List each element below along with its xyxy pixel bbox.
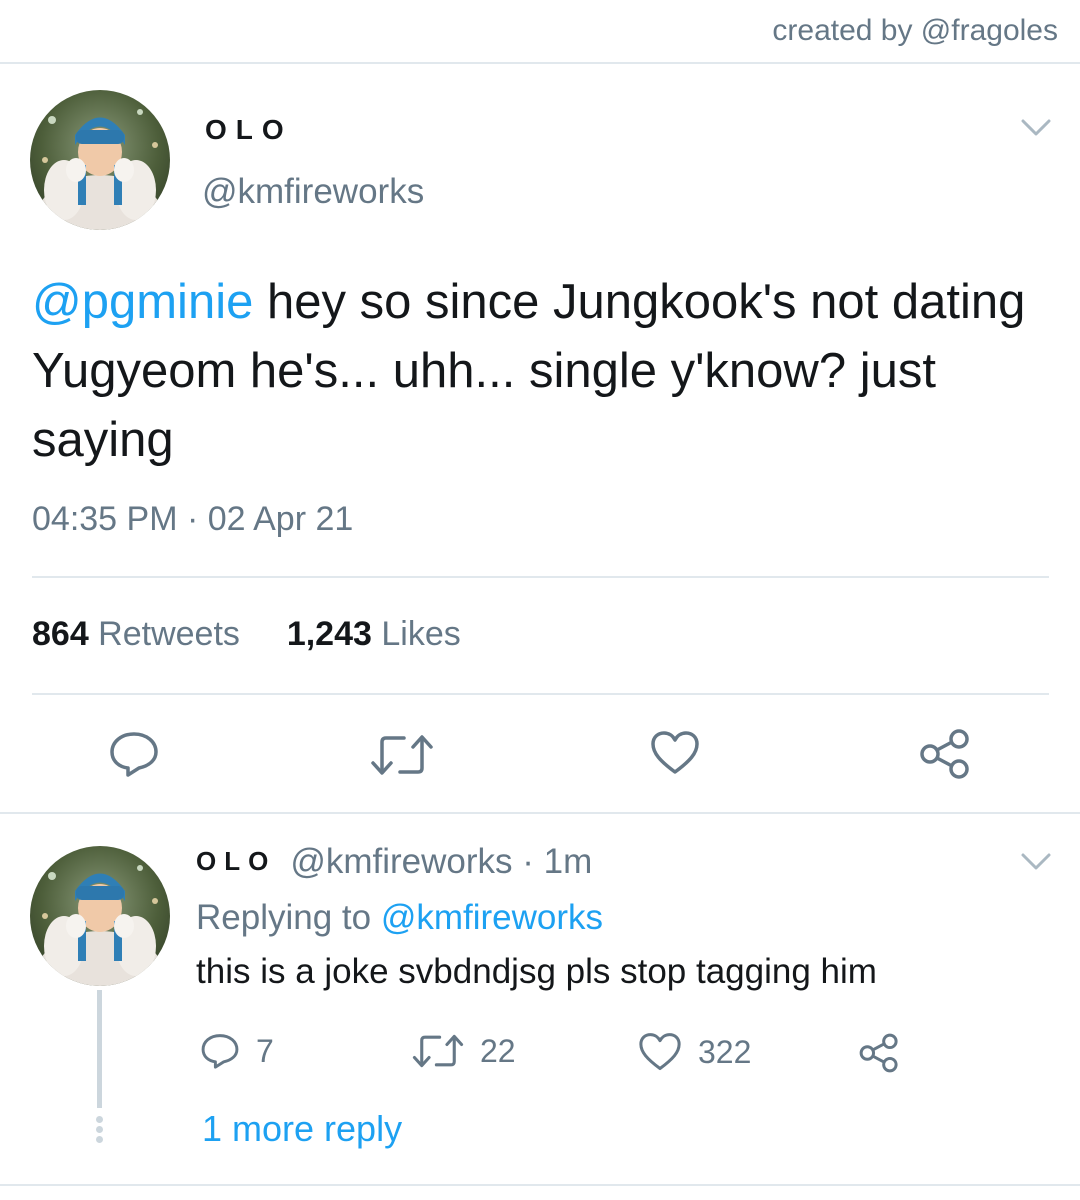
more-replies-link[interactable]: 1 more reply [202,1108,402,1150]
reply-action-share[interactable] [858,1032,916,1074]
like-small-icon [639,1033,681,1071]
reply-small-icon [201,1034,239,1069]
display-name[interactable]: OLO [205,114,293,146]
like-count: 322 [698,1033,752,1070]
bottom-divider [0,1184,1080,1186]
reply-action-like[interactable]: 322 [638,1032,751,1072]
top-divider [0,62,1080,64]
share-icon[interactable] [918,728,972,780]
reply-handle[interactable]: @kmfireworks [290,842,512,881]
share-small-icon [859,1033,898,1073]
reply-action-reply[interactable]: 7 [200,1032,274,1070]
mention-link[interactable]: @pgminie [32,275,253,329]
likes-count: 1,243 [286,615,372,653]
replying-to: Replying to @kmfireworks [196,898,603,938]
reply-text: this is a joke svbdndjsg pls stop taggin… [196,952,877,991]
credit-label: created by @fragoles [772,14,1058,47]
reply-display-name[interactable]: OLO [196,846,276,876]
tweet-timestamp[interactable]: 04:35 PM · 02 Apr 21 [32,500,353,539]
reply-time[interactable]: · 1m [513,842,592,881]
likes-stat[interactable]: 1,243 Likes [287,615,461,653]
tweet-text: @pgminie hey so since Jungkook's not dat… [32,268,1042,475]
retweets-label: Retweets [88,615,240,653]
stats-divider-top [32,576,1049,578]
thread-line [97,990,102,1108]
reply-chevron-down-icon[interactable] [1020,852,1052,872]
reply-count: 7 [256,1032,274,1069]
retweet-icon[interactable] [370,732,434,778]
reply-avatar[interactable] [30,846,170,986]
reply-action-retweet[interactable]: 22 [412,1032,516,1070]
retweets-count: 864 [32,615,89,653]
retweet-small-icon [412,1034,464,1068]
chevron-down-icon[interactable] [1020,118,1052,138]
reply-icon[interactable] [108,730,160,778]
stats-divider-bottom [32,693,1049,695]
thread-dots [95,1114,104,1146]
replying-to-link[interactable]: @kmfireworks [381,898,603,937]
username-handle[interactable]: @kmfireworks [202,172,424,212]
replying-prefix: Replying to [196,898,381,937]
retweets-stat[interactable]: 864 Retweets [32,615,240,653]
like-icon[interactable] [650,730,700,776]
avatar[interactable] [30,90,170,230]
retweet-count: 22 [480,1032,516,1069]
likes-label: Likes [371,615,461,653]
tweet-divider [0,812,1080,814]
tweet-stats: 864 Retweets 1,243 Likes [32,615,461,654]
reply-header: OLO @kmfireworks · 1m [196,842,592,882]
